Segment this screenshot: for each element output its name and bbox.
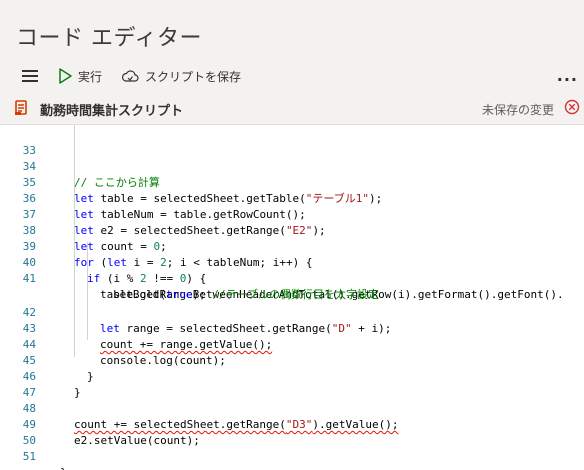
unsaved-changes-status: 未保存の変更 (481, 103, 554, 117)
close-circle-icon[interactable] (564, 99, 580, 115)
code-line: setBold(true); //テーブルの偶数行目を太字設定 (113, 288, 379, 301)
play-icon (59, 68, 72, 84)
code-line: 50 (0, 417, 36, 447)
script-icon (15, 100, 27, 115)
code-line: 44 console.log(count); (0, 321, 226, 367)
save-script-button[interactable]: スクリプトを保存 (121, 66, 241, 86)
code-line: 41 table.getRangeBetweenHeaderAndTotal()… (0, 255, 564, 301)
code-line: 36 let tableNum = table.getRowCount(); (0, 175, 306, 221)
line-number: 51 (22, 450, 36, 463)
cloud-save-icon (121, 70, 139, 82)
toolbar: 実行 スクリプトを保存 ... (0, 60, 584, 92)
code-editor[interactable]: 33 34 // ここから計算 35 let table = selectedS… (0, 125, 584, 470)
code-line: 40 if (i % 2 !== 0) { (0, 239, 207, 285)
script-name[interactable]: 勤務時間集計スクリプト (40, 100, 183, 119)
code-line: 49 e2.setValue(count); (0, 401, 200, 447)
code-line: 47 (0, 369, 36, 399)
code-line: 45 } (0, 337, 94, 383)
code-line: 38 let count = 0; (0, 207, 167, 253)
run-label: 実行 (78, 69, 103, 84)
code-line: 34 // ここから計算 (0, 143, 160, 189)
more-icon[interactable]: ... (557, 66, 578, 85)
code-line: 37 let e2 = selectedSheet.getRange("E2")… (0, 191, 326, 237)
app-title: コード エディター (16, 26, 202, 51)
script-header: 勤務時間集計スクリプト 未保存の変更 (0, 92, 584, 125)
code-line: 33 (0, 127, 36, 157)
title-bar: コード エディター (0, 0, 584, 60)
code-line: 46 } (0, 353, 81, 399)
save-label: スクリプトを保存 (145, 69, 242, 84)
code-line: 51 } (0, 433, 67, 470)
code-line: 43 count += range.getValue(); (0, 305, 272, 351)
code-line: 39 for (let i = 2; i < tableNum; i++) { (0, 223, 313, 269)
run-button[interactable]: 実行 (58, 66, 102, 86)
hamburger-icon[interactable] (22, 70, 38, 82)
code-line: 35 let table = selectedSheet.getTable("テ… (0, 159, 383, 205)
code-comment: // ここから計算 (74, 176, 160, 189)
code-line: 42 let range = selectedSheet.getRange("D… (0, 289, 392, 335)
code-line: 48 count += selectedSheet.getRange("D3")… (0, 385, 399, 431)
